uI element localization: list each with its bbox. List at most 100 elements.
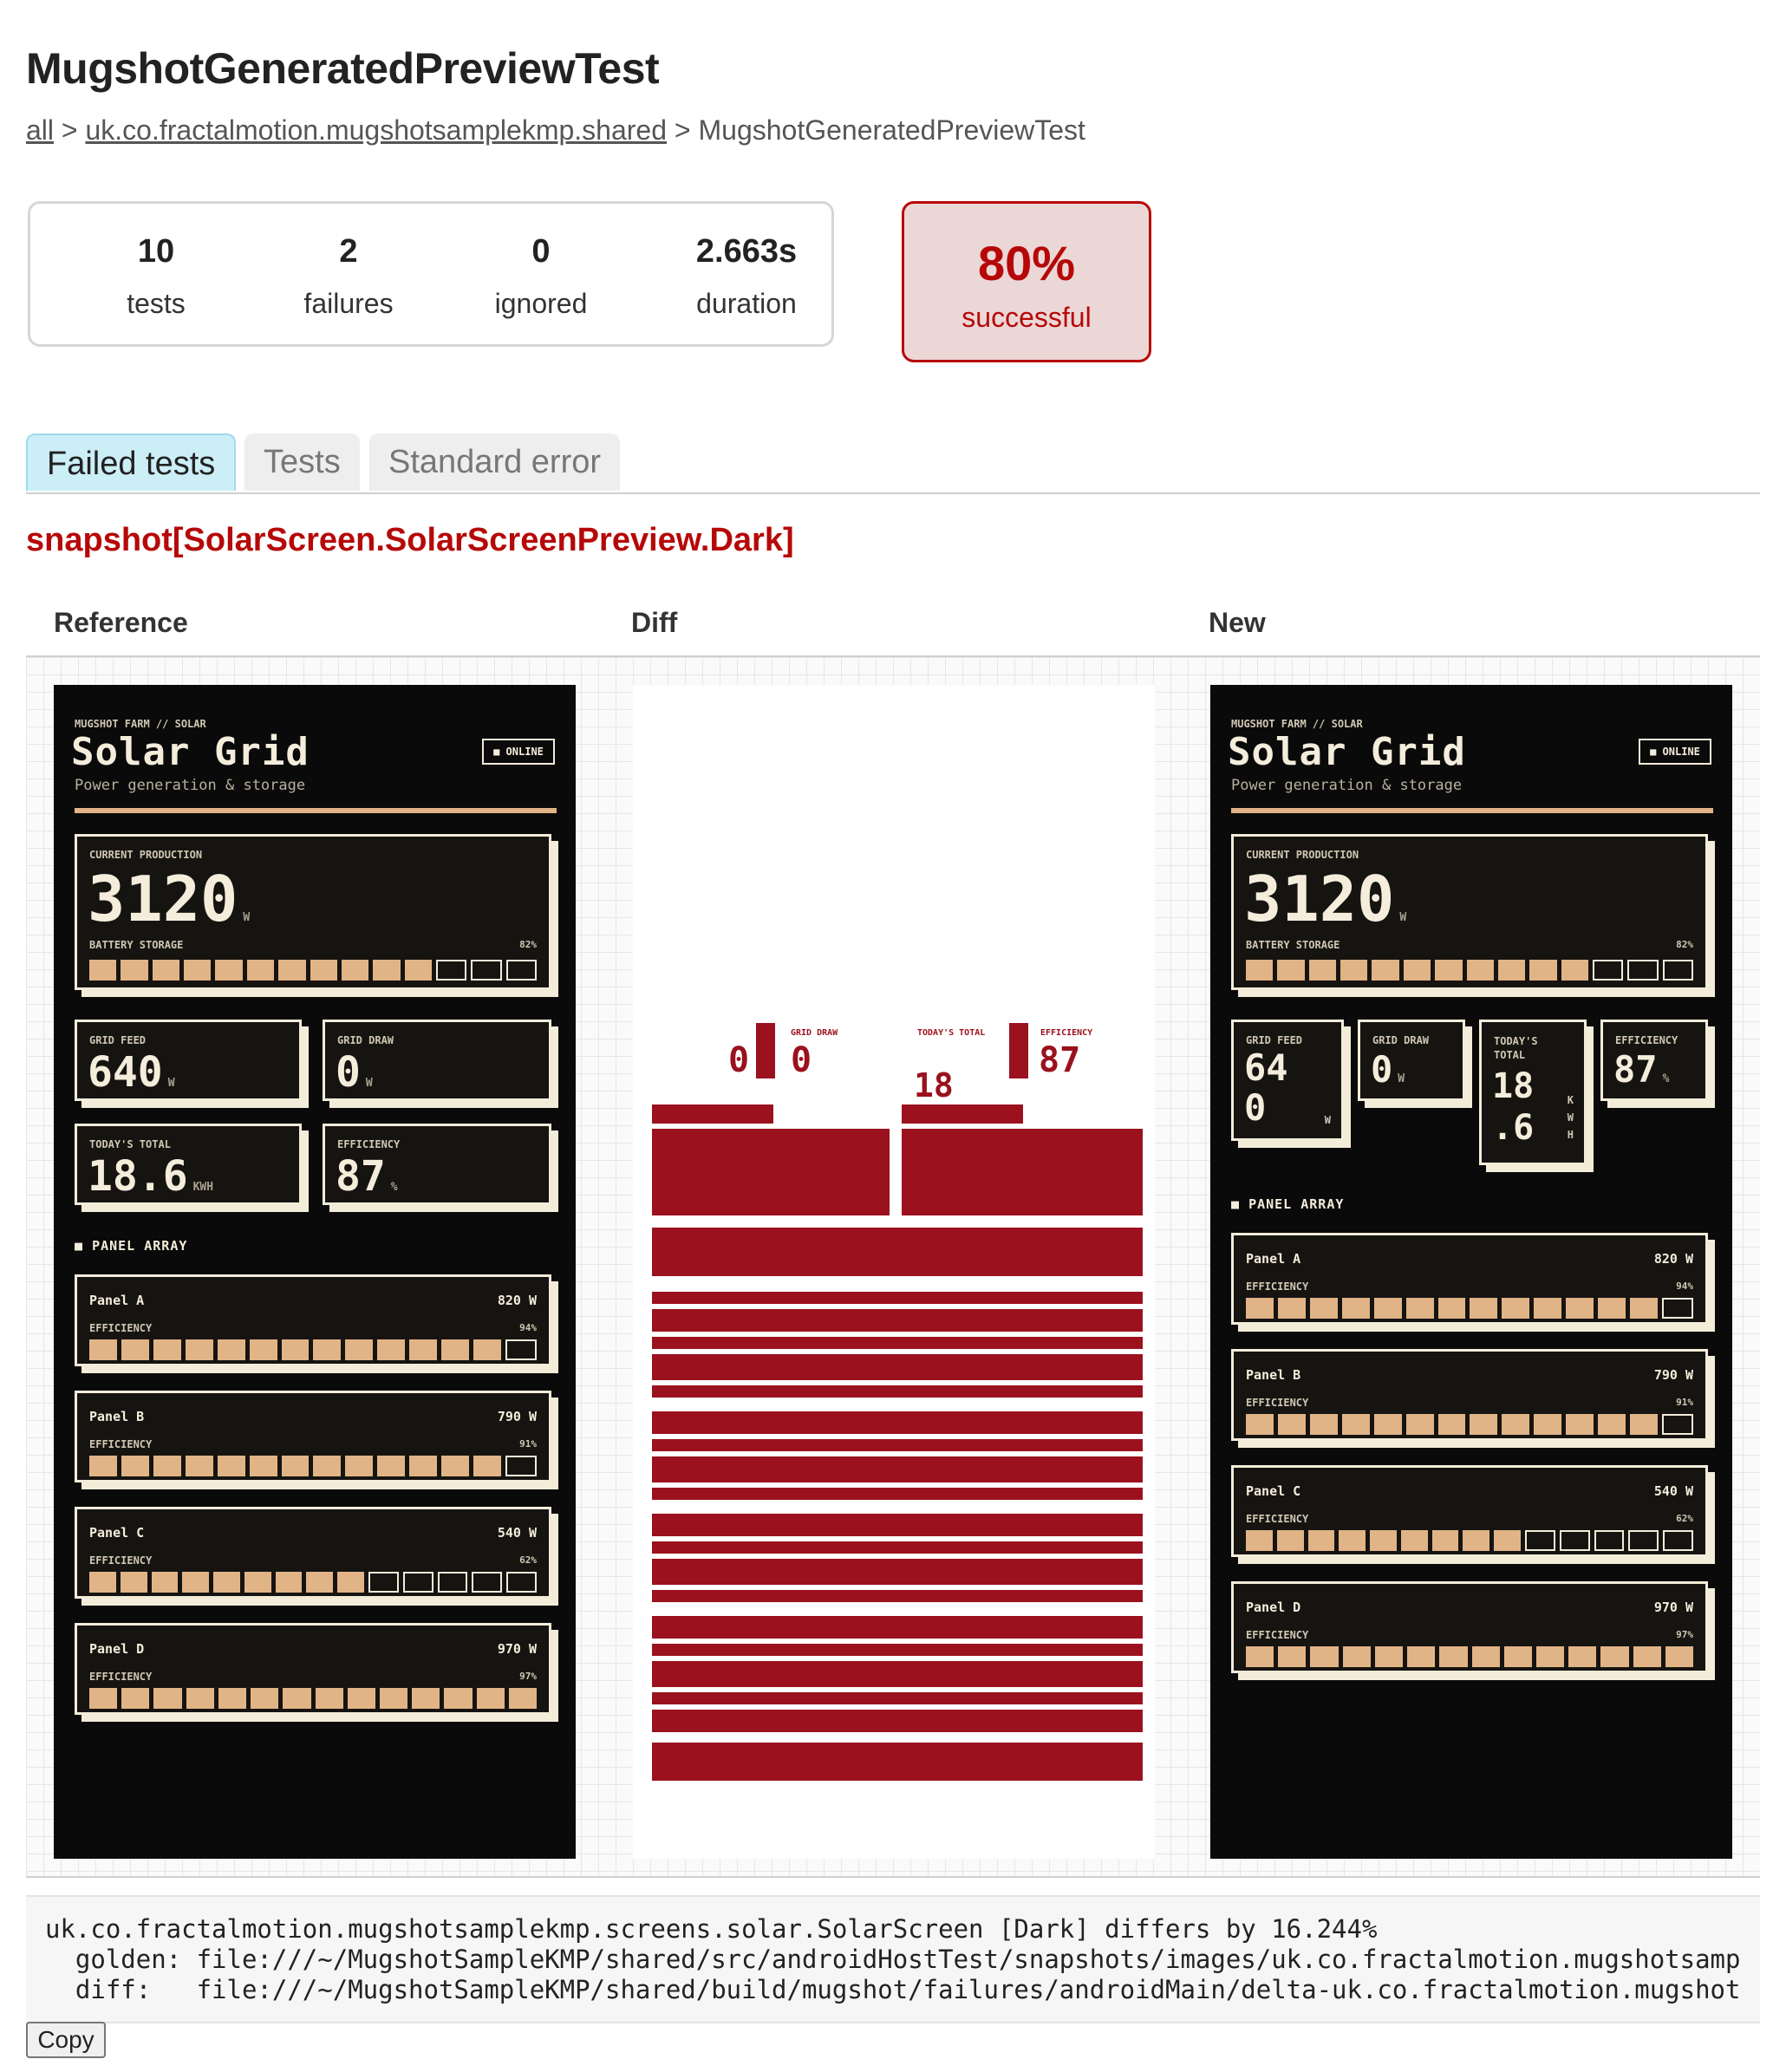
panel-card: Panel B 790 W EFFICIENCY 91% (75, 1391, 551, 1482)
online-badge: ■ ONLINE (1639, 739, 1711, 765)
panel-efficiency-bar (89, 1456, 537, 1476)
level-segment (1494, 1530, 1522, 1551)
level-segment (505, 1456, 537, 1476)
level-segment (1439, 1646, 1468, 1667)
ignored-label: ignored (494, 288, 588, 319)
level-segment (217, 1456, 245, 1476)
level-segment (1661, 1298, 1693, 1319)
panel-efficiency-label: EFFICIENCY (1246, 1629, 1309, 1641)
level-segment (1627, 960, 1659, 981)
level-segment (409, 1339, 438, 1360)
level-segment (1374, 1646, 1404, 1667)
level-segment (213, 1572, 240, 1593)
battery-percent: 82% (519, 939, 537, 950)
tab-standard-error[interactable]: Standard error (369, 433, 621, 491)
level-segment (1497, 960, 1526, 981)
panel-efficiency-label: EFFICIENCY (89, 1671, 153, 1683)
grid-draw-number: 0 (336, 1048, 361, 1097)
level-segment (1309, 1298, 1338, 1319)
efficiency-value: 87% (1613, 1048, 1669, 1091)
level-segment (1341, 1414, 1370, 1435)
panel-card: Panel B 790 W EFFICIENCY 91% (1231, 1349, 1708, 1441)
level-segment (506, 1572, 537, 1593)
tab-failed-tests[interactable]: Failed tests (26, 433, 237, 491)
level-segment (1592, 960, 1624, 981)
screen-tagline: Power generation & storage (75, 777, 306, 794)
farm-label: MUGSHOT FARM // SOLAR (75, 718, 206, 730)
diff-region (652, 1292, 1143, 1304)
diff-label: Diff (631, 607, 678, 638)
level-segment (281, 1339, 310, 1360)
level-segment (89, 960, 117, 981)
production-value: 3120 W (1244, 863, 1406, 935)
tab-tests[interactable]: Tests (244, 433, 360, 491)
error-line: uk.co.fractalmotion.mugshotsamplekmp.scr… (45, 1914, 1378, 1944)
breadcrumb-all-link[interactable]: all (26, 114, 54, 146)
level-segment (1246, 1530, 1273, 1551)
new-label: New (1209, 607, 1266, 638)
efficiency-label: EFFICIENCY (337, 1138, 401, 1150)
level-segment (1308, 960, 1337, 981)
panel-power: 790 W (1653, 1367, 1693, 1383)
panel-efficiency-percent: 94% (1676, 1280, 1693, 1292)
copy-button[interactable]: Copy (26, 2022, 106, 2058)
level-segment (217, 1339, 245, 1360)
level-segment (1502, 1298, 1530, 1319)
efficiency-label: EFFICIENCY (1615, 1034, 1678, 1046)
level-segment (249, 1456, 277, 1476)
reference-label: Reference (54, 607, 188, 638)
level-segment (1373, 1414, 1402, 1435)
todays-total-number: 18 (1492, 1066, 1535, 1106)
grid-draw-card: GRID DRAW 0W (323, 1020, 551, 1101)
production-card: CURRENT PRODUCTION 3120 W BATTERY STORAGE… (1231, 834, 1708, 990)
production-card: CURRENT PRODUCTION 3120 W BATTERY STORAGE… (75, 834, 551, 990)
diff-region (756, 1023, 775, 1078)
level-segment (278, 960, 306, 981)
level-segment (379, 1688, 408, 1709)
level-segment (437, 1572, 468, 1593)
level-segment (121, 1688, 150, 1709)
panel-efficiency-label: EFFICIENCY (89, 1438, 153, 1450)
level-segment (1503, 1646, 1532, 1667)
panel-efficiency-percent: 62% (1676, 1513, 1693, 1524)
level-segment (251, 1688, 279, 1709)
todays-total-unit: KWH (192, 1181, 214, 1194)
todays-total-number: .6 (1492, 1108, 1535, 1148)
error-line: golden: file:///~/MugshotSampleKMP/share… (45, 1945, 1741, 1974)
panel-name: Panel D (89, 1641, 145, 1657)
production-value: 3120 W (88, 863, 250, 935)
todays-total-card: TODAY'S TOTAL 18.6 KWH (75, 1124, 302, 1205)
level-segment (472, 1572, 503, 1593)
breadcrumb-package-link[interactable]: uk.co.fractalmotion.mugshotsamplekmp.sha… (85, 114, 667, 146)
level-segment (404, 960, 432, 981)
level-segment (249, 1339, 277, 1360)
production-number: 3120 (1244, 863, 1395, 935)
level-segment (1277, 1298, 1306, 1319)
panel-power: 970 W (497, 1641, 537, 1657)
reference-snapshot: MUGSHOT FARM // SOLAR Solar Grid Power g… (54, 685, 576, 1859)
level-segment (1466, 960, 1494, 981)
level-segment (1278, 1646, 1307, 1667)
unit-letter: K (1567, 1094, 1574, 1106)
level-segment (1437, 1298, 1466, 1319)
level-segment (402, 1572, 433, 1593)
level-segment (1529, 960, 1557, 981)
level-segment (508, 1688, 538, 1709)
panel-power: 540 W (497, 1525, 537, 1541)
level-segment (1246, 1646, 1274, 1667)
level-segment (337, 1572, 365, 1593)
level-segment (1566, 1414, 1594, 1435)
breadcrumb-current: MugshotGeneratedPreviewTest (698, 114, 1085, 146)
panel-name: Panel B (1246, 1367, 1301, 1383)
level-segment (1559, 1530, 1590, 1551)
panel-efficiency-percent: 62% (519, 1554, 537, 1566)
level-segment (505, 960, 538, 981)
level-segment (1594, 1530, 1625, 1551)
level-segment (1630, 1414, 1658, 1435)
screen-tagline: Power generation & storage (1231, 777, 1463, 794)
battery-label: BATTERY STORAGE (1246, 939, 1340, 951)
battery-percent: 82% (1676, 939, 1693, 950)
level-segment (1534, 1298, 1562, 1319)
level-segment (246, 960, 275, 981)
panel-efficiency-bar (89, 1339, 537, 1360)
